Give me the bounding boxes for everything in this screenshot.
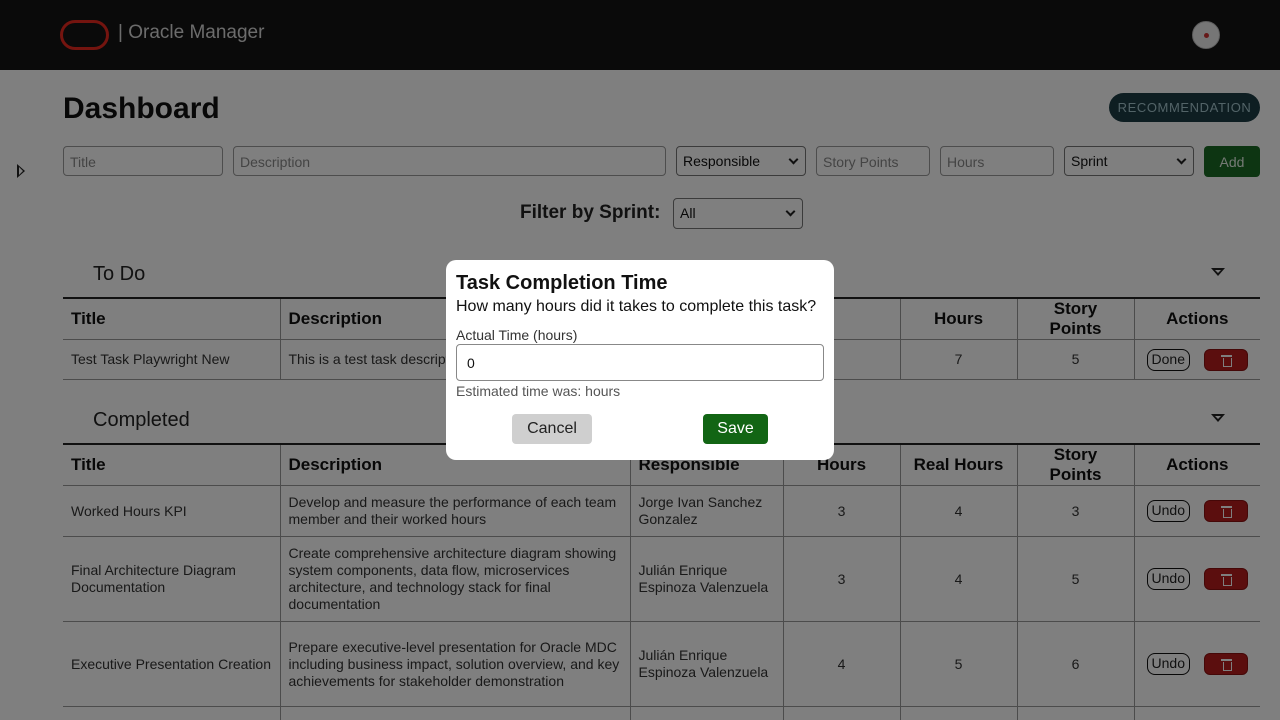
- task-completion-dialog: Task Completion Time How many hours did …: [446, 260, 834, 460]
- cancel-button[interactable]: Cancel: [512, 414, 592, 444]
- dialog-question: How many hours did it takes to complete …: [456, 298, 817, 315]
- actual-time-label: Actual Time (hours): [456, 327, 578, 343]
- save-button[interactable]: Save: [703, 414, 768, 444]
- dialog-title: Task Completion Time: [456, 272, 668, 294]
- actual-time-input[interactable]: 0: [456, 344, 824, 381]
- estimated-time-text: Estimated time was: hours: [456, 383, 621, 399]
